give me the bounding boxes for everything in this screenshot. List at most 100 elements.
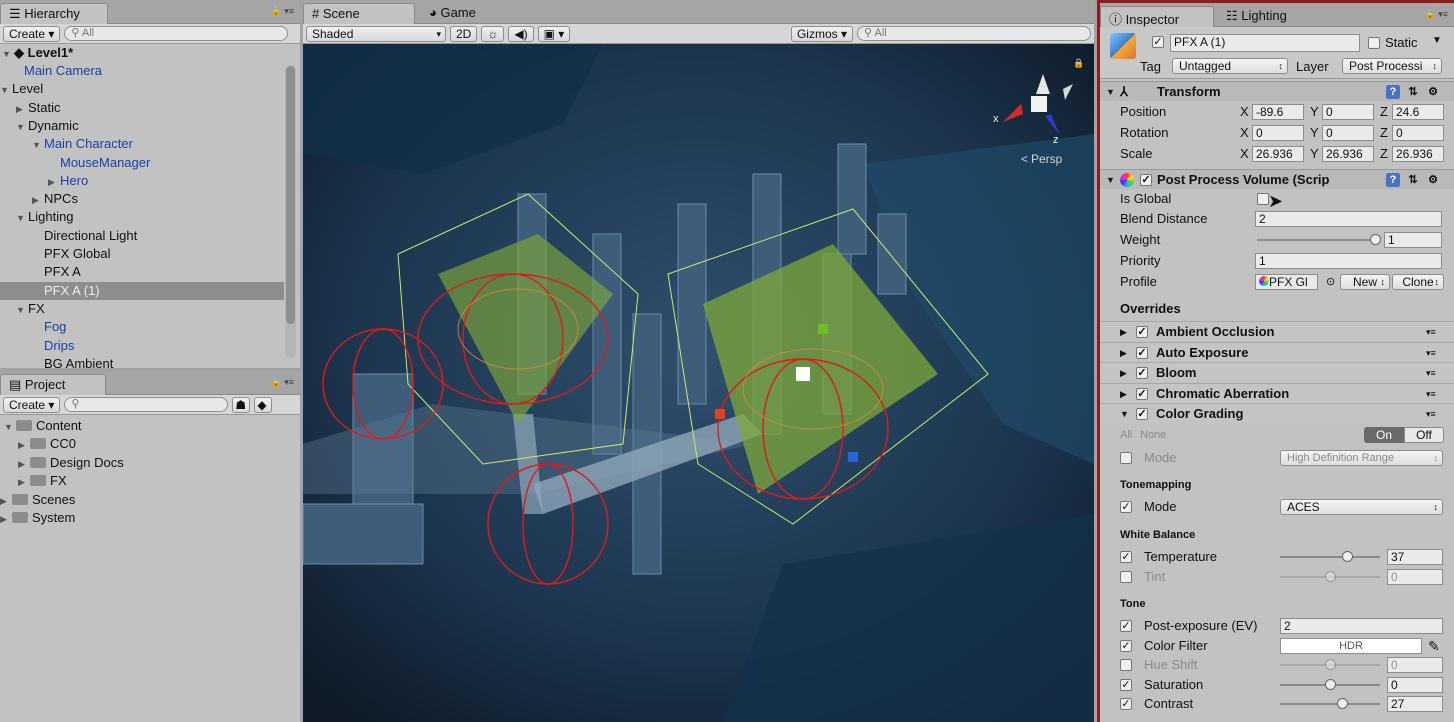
ppv-enabled-checkbox[interactable]: ✓ xyxy=(1140,174,1152,186)
post-exposure-field[interactable]: 2 xyxy=(1280,618,1443,634)
contrast-slider-knob[interactable] xyxy=(1337,698,1348,709)
hierarchy-item[interactable]: MouseManager xyxy=(0,154,284,172)
expand-arrow-icon[interactable]: ▼ xyxy=(32,136,44,154)
search-input[interactable]: ⚲ xyxy=(64,397,229,412)
hierarchy-item[interactable]: ▼ Main Character xyxy=(0,135,284,153)
foldout-arrow-icon[interactable]: ▶ xyxy=(1120,384,1127,404)
color-filter-swatch[interactable]: HDR xyxy=(1280,638,1422,654)
hierarchy-item[interactable]: PFX Global xyxy=(0,245,284,263)
effect-enabled-checkbox[interactable]: ✓ xyxy=(1136,367,1148,380)
tonemapping-mode-dropdown[interactable]: ACES xyxy=(1280,499,1443,515)
help-icon[interactable]: ? xyxy=(1386,85,1400,99)
hierarchy-item[interactable]: Fog xyxy=(0,318,284,336)
contrast-field[interactable]: 27 xyxy=(1387,696,1443,712)
tonemapping-checkbox[interactable]: ✓ xyxy=(1120,501,1132,513)
expand-arrow-icon[interactable]: ▶ xyxy=(32,191,44,209)
axis-y-label[interactable]: Y xyxy=(1310,144,1319,164)
scene-search-input[interactable]: ⚲ All xyxy=(857,26,1091,41)
expand-arrow-icon[interactable]: ▼ xyxy=(16,209,28,227)
scene-root[interactable]: ▼ ◆ Level1* xyxy=(2,44,73,62)
saturation-slider-knob[interactable] xyxy=(1325,679,1336,690)
tab-lighting[interactable]: ☷ Lighting xyxy=(1218,6,1318,27)
axis-z-label[interactable]: Z xyxy=(1380,144,1388,164)
hue-shift-field[interactable]: 0 xyxy=(1387,657,1443,673)
position-y-field[interactable]: 0 xyxy=(1322,104,1374,120)
project-folder[interactable]: ▶ Scenes xyxy=(0,491,75,509)
foldout-arrow-icon[interactable]: ▼ xyxy=(1106,170,1115,190)
axis-z-label[interactable]: Z xyxy=(1380,123,1388,143)
foldout-arrow-icon[interactable]: ▶ xyxy=(1120,322,1127,342)
active-checkbox[interactable]: ✓ xyxy=(1152,36,1164,48)
temperature-slider-track[interactable] xyxy=(1280,556,1380,558)
weight-slider-track[interactable] xyxy=(1257,239,1375,241)
gear-icon[interactable]: ⚙ xyxy=(1426,85,1440,99)
gizmos-dropdown[interactable]: Gizmos ▾ xyxy=(790,25,853,42)
y-axis-handle[interactable] xyxy=(818,324,828,334)
rotation-y-field[interactable]: 0 xyxy=(1322,125,1374,141)
tint-field[interactable]: 0 xyxy=(1387,569,1443,585)
off-toggle[interactable]: Off xyxy=(1404,427,1444,443)
effects-toggle[interactable]: ▣ ▾ xyxy=(537,25,571,42)
weight-field[interactable]: 1 xyxy=(1384,232,1442,248)
hierarchy-item[interactable]: PFX A (1) xyxy=(0,281,284,300)
help-icon[interactable]: ? xyxy=(1386,173,1400,187)
project-folder[interactable]: ▶ Design Docs xyxy=(18,454,124,472)
preset-icon[interactable]: ⇅ xyxy=(1406,173,1420,187)
hierarchy-item[interactable]: Drips xyxy=(0,337,284,355)
on-toggle[interactable]: On xyxy=(1364,427,1404,443)
contrast-checkbox[interactable]: ✓ xyxy=(1120,698,1132,710)
static-checkbox[interactable] xyxy=(1368,37,1380,49)
search-input[interactable]: ⚲ All xyxy=(64,26,289,41)
rotation-x-field[interactable]: 0 xyxy=(1252,125,1304,141)
expand-arrow-icon[interactable]: ▶ xyxy=(16,100,28,118)
hierarchy-item[interactable]: BG Ambient xyxy=(0,355,284,368)
axis-z-label[interactable]: Z xyxy=(1380,102,1388,122)
tab-scene[interactable]: # Scene xyxy=(303,3,415,24)
hierarchy-item[interactable]: ▼ Lighting xyxy=(0,208,284,226)
tag-dropdown[interactable]: Untagged xyxy=(1172,58,1288,74)
effect-override[interactable]: ▶ ✓ Ambient Occlusion ▾≡ xyxy=(1100,321,1454,341)
effect-enabled-checkbox[interactable]: ✓ xyxy=(1136,408,1148,421)
foldout-arrow-icon[interactable]: ▶ xyxy=(1120,363,1127,383)
layer-dropdown[interactable]: Post Processi xyxy=(1342,58,1442,74)
effect-menu-icon[interactable]: ▾≡ xyxy=(1426,343,1436,363)
position-z-field[interactable]: 24.6 xyxy=(1392,104,1444,120)
scale-z-field[interactable]: 26.936 xyxy=(1392,146,1444,162)
expand-arrow-icon[interactable]: ▶ xyxy=(0,492,12,510)
foldout-arrow-icon[interactable]: ▶ xyxy=(1120,343,1127,363)
hierarchy-item[interactable]: PFX A xyxy=(0,263,284,281)
position-x-field[interactable]: -89.6 xyxy=(1252,104,1304,120)
hue-shift-checkbox[interactable] xyxy=(1120,659,1132,671)
tab-inspector[interactable]: ⓘ Inspector xyxy=(1100,6,1214,27)
none-link[interactable]: None xyxy=(1140,425,1166,445)
tab-hierarchy[interactable]: ☰ Hierarchy xyxy=(0,3,108,24)
hierarchy-item[interactable]: Directional Light xyxy=(0,227,284,245)
effect-override[interactable]: ▼ ✓ Color Grading ▾≡ xyxy=(1100,403,1454,424)
gear-icon[interactable]: ⚙ xyxy=(1426,173,1440,187)
scroll-thumb[interactable] xyxy=(286,66,295,324)
eyedropper-icon[interactable]: ✎ xyxy=(1428,636,1440,656)
transform-header[interactable]: ▼ ⅄ Transform ? ⇅ ⚙ xyxy=(1100,81,1454,101)
effect-menu-icon[interactable]: ▾≡ xyxy=(1426,384,1436,404)
priority-field[interactable]: 1 xyxy=(1255,253,1442,269)
expand-arrow-icon[interactable]: ▼ xyxy=(0,81,12,99)
lock-icon[interactable]: 🔒 xyxy=(1073,58,1084,68)
scene-viewport[interactable]: x z < Persp 🔒 xyxy=(303,44,1094,722)
profile-field[interactable]: PFX Gl xyxy=(1255,274,1318,290)
expand-arrow-icon[interactable]: ▶ xyxy=(48,173,60,191)
static-dropdown-icon[interactable]: ▼ xyxy=(1432,35,1442,46)
project-folder[interactable]: ▶ System xyxy=(0,509,75,527)
panel-menu-icon[interactable]: 🔒 ▾≡ xyxy=(271,377,294,388)
object-picker-icon[interactable]: ⊙ xyxy=(1326,272,1335,292)
effect-override[interactable]: ▶ ✓ Chromatic Aberration ▾≡ xyxy=(1100,382,1454,404)
effect-enabled-checkbox[interactable]: ✓ xyxy=(1136,326,1148,338)
effect-enabled-checkbox[interactable]: ✓ xyxy=(1136,346,1148,359)
expand-arrow-icon[interactable]: ▶ xyxy=(18,436,30,454)
panel-menu-icon[interactable]: 🔒 ▾≡ xyxy=(271,6,294,17)
hierarchy-item[interactable]: ▶ Static xyxy=(0,99,284,117)
z-axis-handle[interactable] xyxy=(848,452,858,462)
create-button[interactable]: Create ▾ xyxy=(3,25,61,42)
expand-arrow-icon[interactable]: ▶ xyxy=(18,455,30,473)
effect-override[interactable]: ▶ ✓ Bloom ▾≡ xyxy=(1100,362,1454,383)
hierarchy-item[interactable]: ▶ Hero xyxy=(0,172,284,190)
